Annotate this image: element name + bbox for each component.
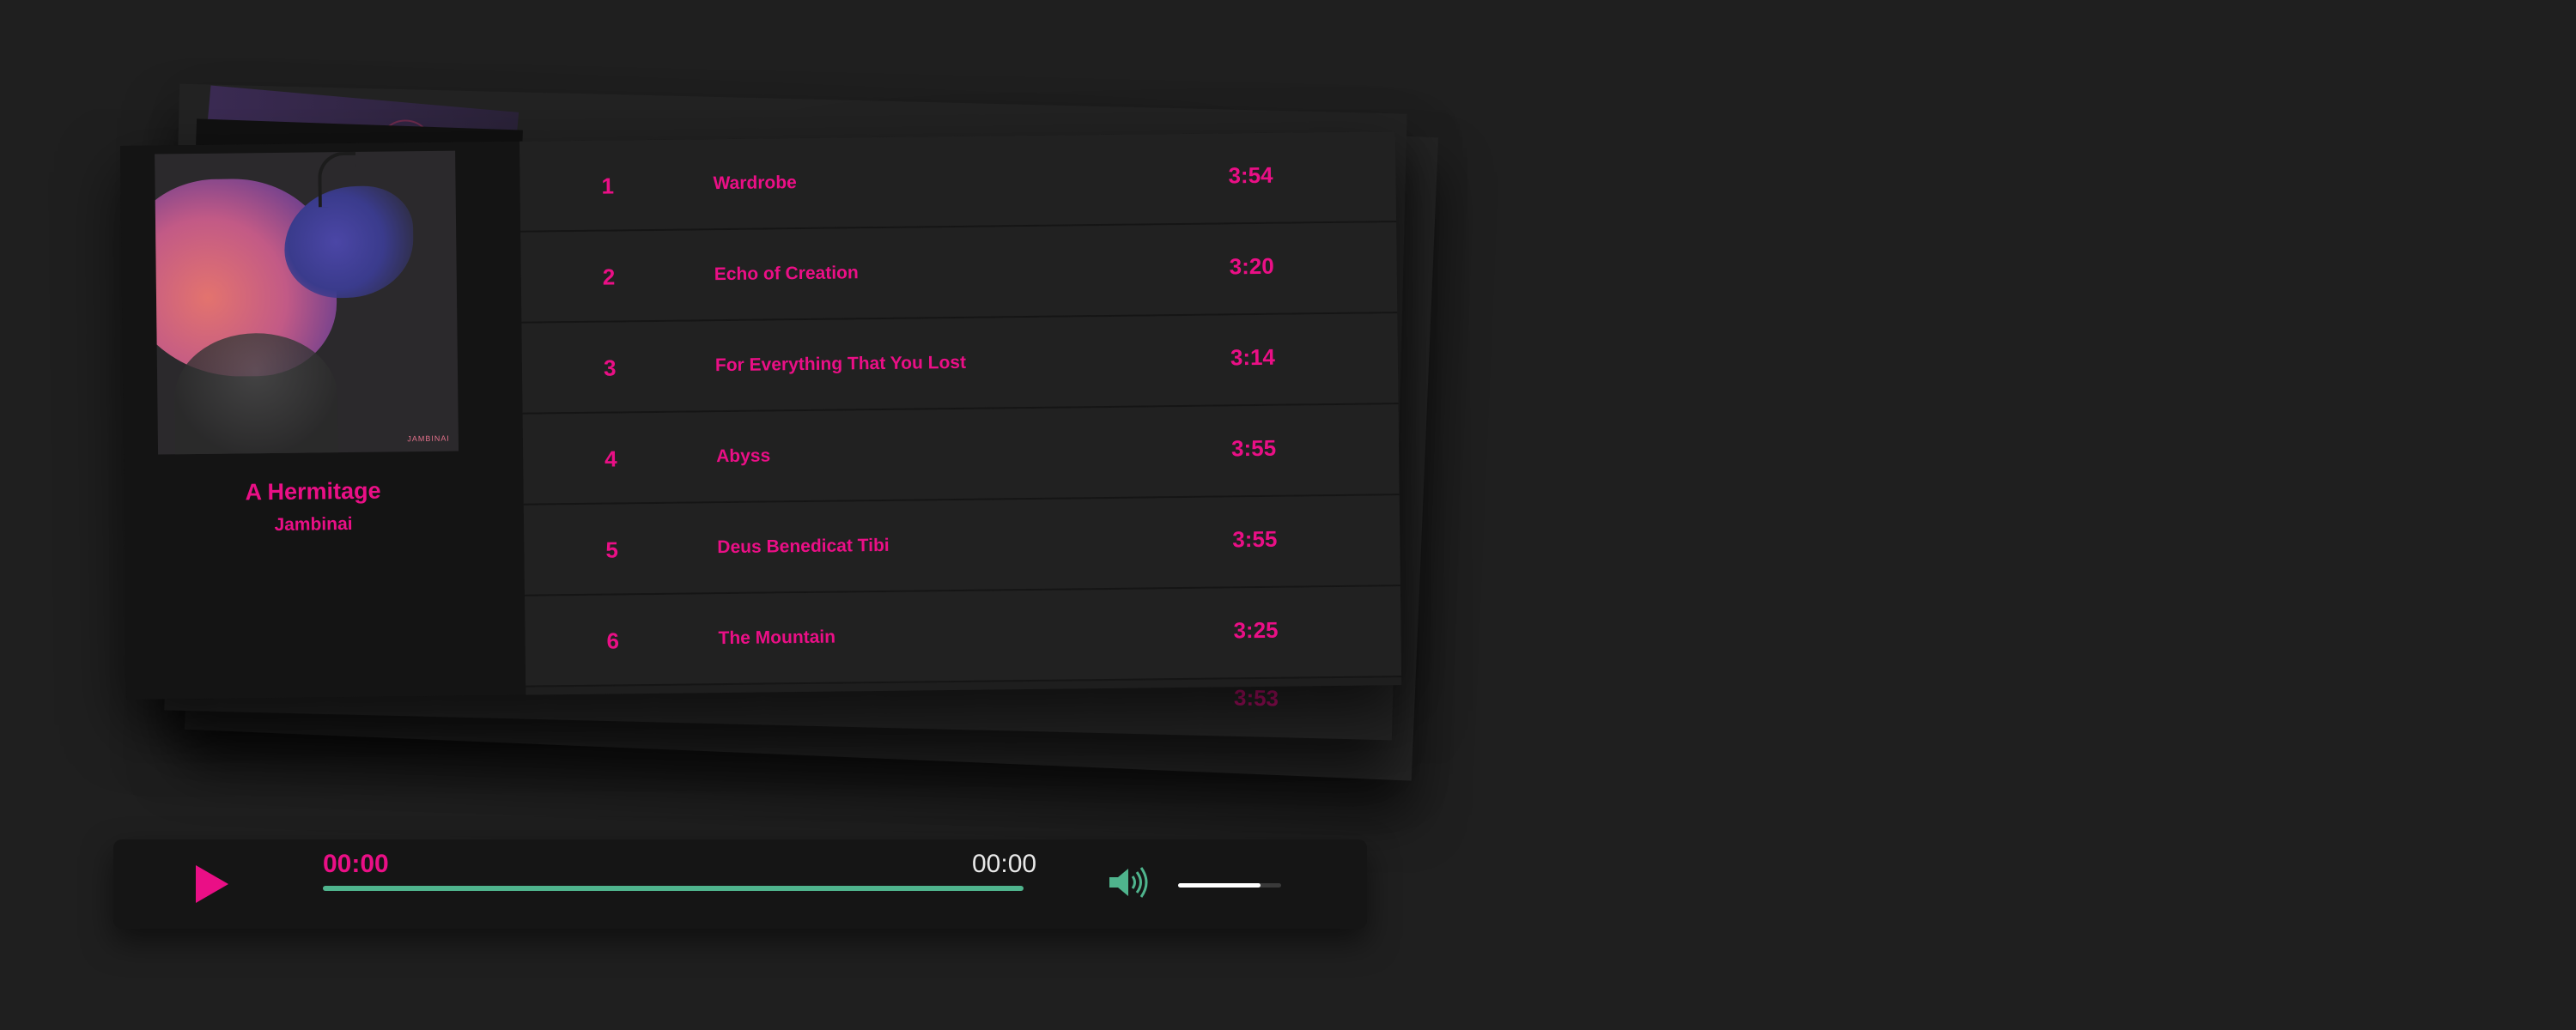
album-cover: JAMBINAI	[155, 150, 459, 455]
track-title: The Mountain	[718, 627, 836, 649]
track-number: 2	[602, 264, 616, 290]
track-title: Abyss	[716, 445, 771, 467]
current-time: 00:00	[323, 850, 389, 878]
music-player-page: 3:53 JAMBINAI A Hermitage Jambinai 1 War…	[0, 0, 2576, 1030]
audio-player-bar: 00:00 00:00	[113, 839, 1367, 929]
album-card: JAMBINAI A Hermitage Jambinai 1 Wardrobe…	[120, 131, 1402, 700]
progress-bar[interactable]	[323, 886, 1024, 891]
track-number: 6	[606, 627, 620, 654]
track-title: Deus Benedicat Tibi	[717, 535, 890, 558]
hidden-track-duration: 3:53	[1233, 684, 1279, 712]
speaker-volume-icon[interactable]	[1106, 865, 1149, 900]
track-title: Wardrobe	[713, 173, 797, 194]
volume-slider[interactable]	[1178, 883, 1281, 888]
album-info-panel: JAMBINAI A Hermitage Jambinai	[120, 141, 526, 700]
track-row[interactable]: 2 Echo of Creation 3:20	[520, 222, 1398, 324]
track-number: 3	[603, 354, 617, 381]
album-title: A Hermitage	[245, 477, 381, 506]
track-duration: 3:25	[1233, 616, 1279, 644]
track-row[interactable]: 3 For Everything That You Lost 3:14	[521, 313, 1399, 415]
track-number: 4	[605, 445, 617, 472]
volume-fill	[1178, 883, 1261, 888]
tracklist: 1 Wardrobe 3:54 2 Echo of Creation 3:20 …	[519, 131, 1402, 695]
play-icon[interactable]	[196, 865, 228, 903]
track-row[interactable]: 6 The Mountain 3:25	[524, 586, 1402, 688]
cover-band-text: JAMBINAI	[407, 433, 450, 444]
track-duration: 3:54	[1228, 161, 1273, 189]
track-duration: 3:55	[1230, 434, 1277, 462]
track-title: For Everything That You Lost	[714, 352, 967, 376]
track-number: 5	[605, 536, 619, 563]
track-title: Echo of Creation	[714, 263, 859, 285]
total-time: 00:00	[972, 850, 1037, 878]
track-duration: 3:55	[1232, 525, 1278, 553]
track-duration: 3:20	[1229, 252, 1274, 280]
track-row[interactable]: 1 Wardrobe 3:54	[519, 131, 1397, 233]
progress-fill	[323, 886, 1024, 891]
track-number: 1	[601, 173, 615, 199]
album-artist: Jambinai	[274, 513, 353, 535]
track-duration: 3:14	[1230, 343, 1276, 371]
track-row[interactable]: 5 Deus Benedicat Tibi 3:55	[523, 495, 1400, 597]
track-row[interactable]: 4 Abyss 3:55	[522, 404, 1400, 506]
